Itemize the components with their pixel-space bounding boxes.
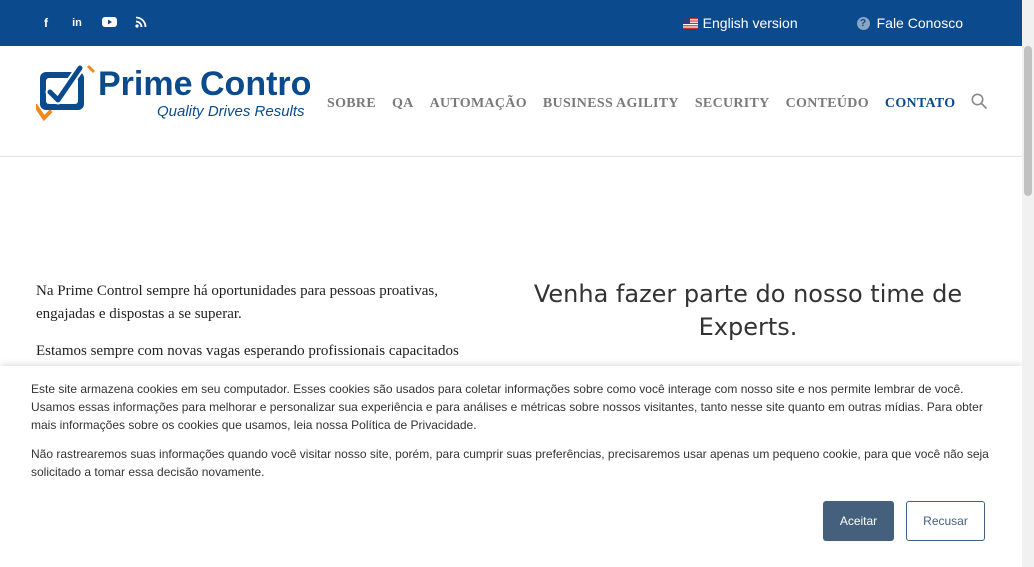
nav-conteudo[interactable]: CONTEÚDO [786,96,869,112]
social-links: f in [40,16,147,30]
question-icon: ? [856,16,870,30]
us-flag-icon [682,17,698,29]
fale-conosco-link[interactable]: ? Fale Conosco [856,15,963,31]
fale-conosco-label: Fale Conosco [876,15,963,31]
intro-text: Na Prime Control sempre há oportunidades… [36,280,496,377]
main-nav: SOBRE QA AUTOMAÇÃO BUSINESS AGILITY SECU… [327,93,988,114]
svg-text:Control: Control [200,65,312,103]
page-headline: Venha fazer parte do nosso time de Exper… [533,280,963,341]
cookie-text-2: Não rastrearemos suas informações quando… [31,447,989,479]
cookie-text-1: Este site armazena cookies em seu comput… [31,382,983,432]
linkedin-icon[interactable]: in [70,16,84,30]
nav-business-agility[interactable]: BUSINESS AGILITY [543,96,679,112]
accept-cookies-button[interactable]: Aceitar [823,501,894,541]
top-bar: f in English version ? Fale Conosco [0,0,1022,46]
english-version-label: English version [702,15,798,31]
svg-text:Quality Drives Results: Quality Drives Results [157,103,305,120]
top-links: English version ? Fale Conosco [682,15,1022,31]
facebook-icon[interactable]: f [40,16,52,30]
site-logo[interactable]: Prime Control Quality Drives Results [34,62,321,124]
page-scrollbar[interactable] [1022,0,1034,567]
intro-paragraph-2: Estamos sempre com novas vagas esperando… [36,343,459,359]
rss-icon[interactable] [135,16,147,30]
nav-sobre[interactable]: SOBRE [327,96,376,112]
cookie-banner: Este site armazena cookies em seu comput… [0,366,1022,567]
nav-contato[interactable]: CONTATO [885,96,956,112]
decline-cookies-button[interactable]: Recusar [906,501,985,541]
english-version-link[interactable]: English version [682,15,798,31]
nav-security[interactable]: SECURITY [695,96,770,112]
svg-text:Prime: Prime [98,65,193,103]
intro-paragraph-1: Na Prime Control sempre há oportunidades… [36,283,438,322]
nav-qa[interactable]: QA [392,96,414,112]
scrollbar-thumb[interactable] [1024,46,1032,196]
youtube-icon[interactable] [102,16,117,30]
nav-automacao[interactable]: AUTOMAÇÃO [430,96,527,112]
search-icon[interactable] [971,93,988,114]
site-header: Prime Control Quality Drives Results SOB… [0,46,1022,157]
cookie-text: Este site armazena cookies em seu comput… [31,380,1001,492]
